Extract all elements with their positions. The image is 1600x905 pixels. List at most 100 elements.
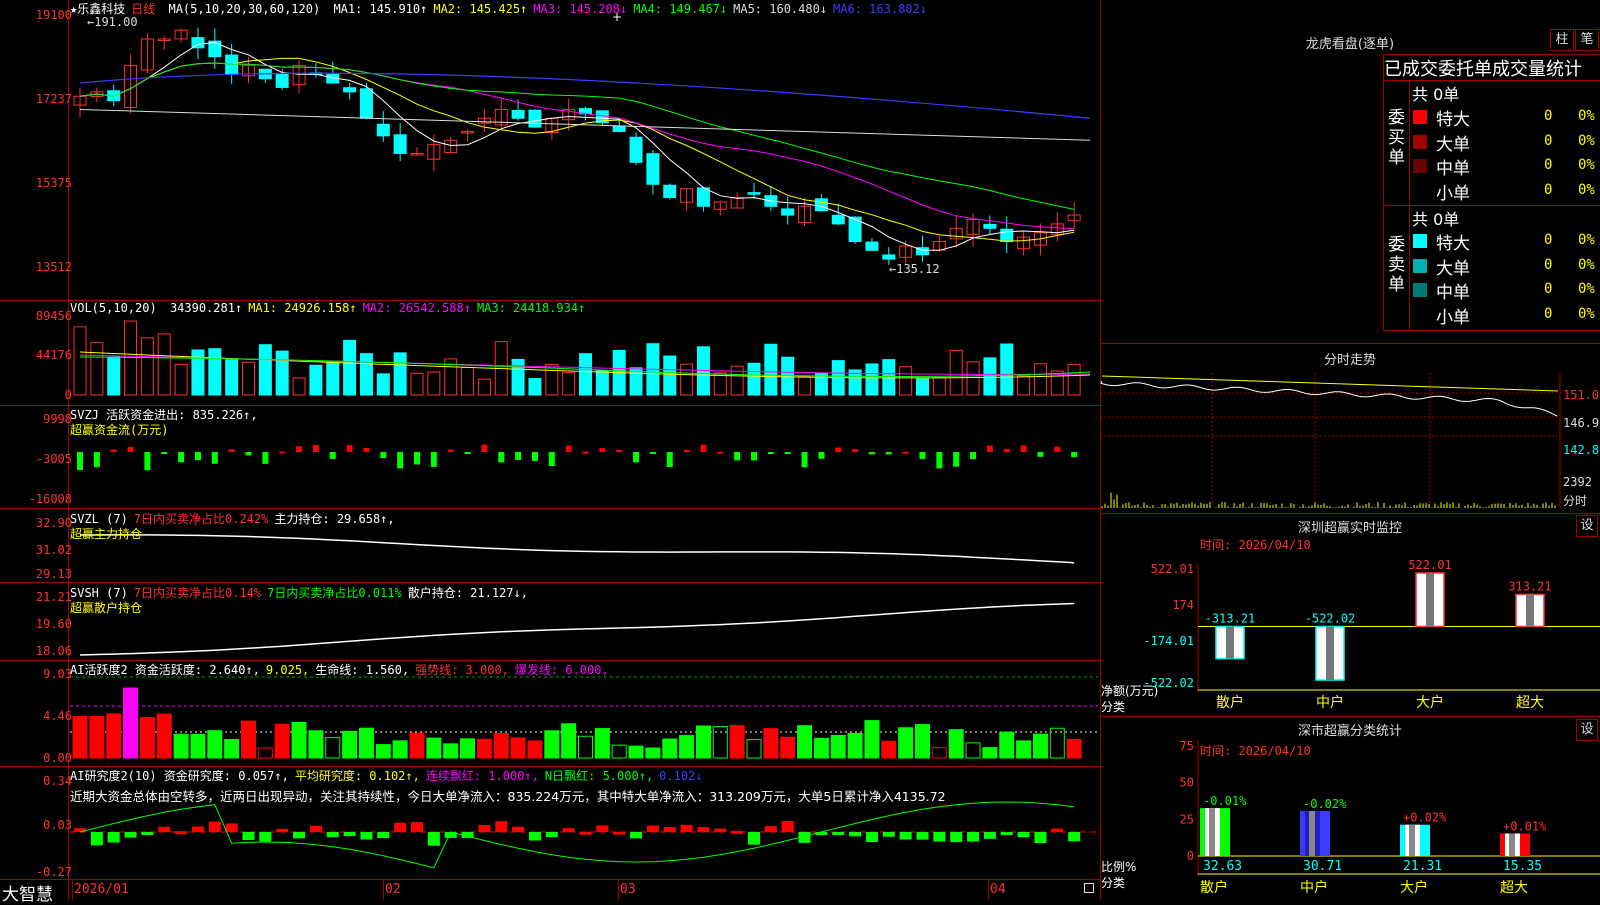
ai-active-bar <box>190 733 206 759</box>
ai-active-bar <box>392 740 408 759</box>
ai-research-bar <box>242 832 255 841</box>
svzj-bar <box>1020 445 1027 452</box>
candle-body <box>831 214 845 225</box>
ai-research-bar <box>1017 832 1030 838</box>
candle-body <box>393 134 407 154</box>
ai-active-bar <box>493 733 509 759</box>
ai-active-bar <box>881 740 897 759</box>
svzj-bar <box>852 449 859 452</box>
order-count: 0 <box>1544 132 1553 149</box>
ai-active-bar <box>426 737 442 759</box>
order-count: 0 <box>1544 232 1553 248</box>
volume-bar <box>1033 363 1047 396</box>
svsh-line <box>79 602 1075 656</box>
ai-active-bar <box>476 738 492 759</box>
ai-research-bar <box>175 831 188 835</box>
svzj-bar <box>548 452 555 467</box>
volume-bar <box>275 350 289 396</box>
ai-active-bar <box>291 721 307 759</box>
volume-bar <box>730 365 744 396</box>
volume-bar <box>595 370 609 396</box>
svzj-bar <box>211 452 218 464</box>
svzj-bar <box>1071 452 1078 458</box>
svzj-bar <box>312 445 319 452</box>
ai-research-bar <box>680 824 693 832</box>
svzl-value: 7日内买卖净占比0.242% <box>133 512 269 526</box>
order-count: 0 <box>1544 305 1553 322</box>
ai-research-bar <box>158 826 171 832</box>
volume-bar <box>309 364 323 396</box>
candle-body <box>646 153 660 185</box>
volume-bar <box>477 378 491 396</box>
intraday-chart[interactable] <box>1100 343 1600 513</box>
high-label: 191.00 <box>94 15 138 29</box>
kline-chart[interactable] <box>0 0 1100 900</box>
lock-icon[interactable] <box>1084 883 1094 893</box>
ai-active-bar <box>561 723 577 759</box>
ai-active-bar <box>1049 727 1065 759</box>
brand-logo: 大智慧 <box>2 885 53 905</box>
xaxis-label: 04 <box>990 882 1006 897</box>
volume-bar <box>124 320 138 396</box>
svsh-ytick: 19.60 <box>35 617 72 631</box>
ai-research-bar <box>967 832 980 842</box>
monitor-bar-shade <box>1326 626 1334 681</box>
ai-active-bar <box>578 735 593 759</box>
volume-bar <box>545 363 559 396</box>
svzj-bar <box>953 452 960 467</box>
volume-bar <box>343 339 357 396</box>
ai-active-bar <box>662 738 678 759</box>
ai-research-value: 0.102↓ <box>659 769 703 783</box>
order-color-swatch <box>1413 110 1427 124</box>
svzj-bar <box>262 452 269 464</box>
ai-active-value: 9.025, <box>265 663 310 677</box>
svzj-bar <box>144 452 151 471</box>
ai-research-bar <box>191 826 204 832</box>
ai-active-bar <box>375 744 391 759</box>
svzj-bar <box>363 447 370 452</box>
low-marker: ←135.12 <box>889 262 940 276</box>
ai-research-bar <box>882 832 895 837</box>
ai-research-bar <box>141 832 154 835</box>
candle-body <box>663 184 677 198</box>
order-type-label: 特大 <box>1436 110 1470 130</box>
ai-research-value: 连续飘红: 1.000↑, <box>425 769 539 783</box>
ai-research-bar <box>832 832 845 835</box>
xaxis-tick <box>988 879 989 900</box>
svzj-bar <box>1054 446 1061 452</box>
svsh-value: 散户持仓: 21.127↓, <box>407 586 528 600</box>
order-percent: 0% <box>1578 181 1595 198</box>
intraday-tick: 146.9 <box>1563 416 1600 430</box>
svzj-bar <box>93 452 100 468</box>
svzl-ytick: 32.90 <box>35 516 72 530</box>
volume-bar <box>747 362 761 396</box>
ai-active-bar <box>274 723 290 759</box>
ai-active-bar <box>1032 733 1048 759</box>
volume-bar <box>225 359 239 396</box>
ma-line <box>79 57 1075 242</box>
ai-research-bar <box>950 832 963 843</box>
ai-active-bar <box>106 713 122 759</box>
ai-active-value: AI活跃度2 资金活跃度: 2.640↑, <box>70 663 260 677</box>
ai-research-bar <box>259 832 272 842</box>
svzj-bar <box>582 451 589 454</box>
ai-research-header: AI研究度2(10) 资金研究度: 0.057↑, 平均研究度: 0.102↑, 连… <box>70 767 709 784</box>
classify-change-label: -0.01% <box>1203 794 1247 808</box>
ai-active-value: 爆发线: 6.000, <box>514 663 609 677</box>
svzj-bar <box>683 449 690 452</box>
ai-research-bar <box>326 832 339 838</box>
order-percent: 0% <box>1578 281 1595 297</box>
bar-mode-button[interactable]: 柱 <box>1550 29 1574 51</box>
monitor-value-label: -313.21 <box>1205 612 1256 626</box>
svzj-bar <box>228 449 235 452</box>
low-label: 135.12 <box>896 262 940 276</box>
monitor-category-label: 散户 <box>1216 694 1244 711</box>
ai-research-bar <box>107 832 120 843</box>
ai-research-bar <box>748 832 760 845</box>
ai-active-bar <box>308 730 324 759</box>
tick-mode-button[interactable]: 笔 <box>1575 29 1599 51</box>
ma-line <box>79 62 1075 230</box>
order-color-swatch <box>1413 159 1427 173</box>
svzj-bar <box>346 445 353 452</box>
volume-bar <box>713 372 727 396</box>
